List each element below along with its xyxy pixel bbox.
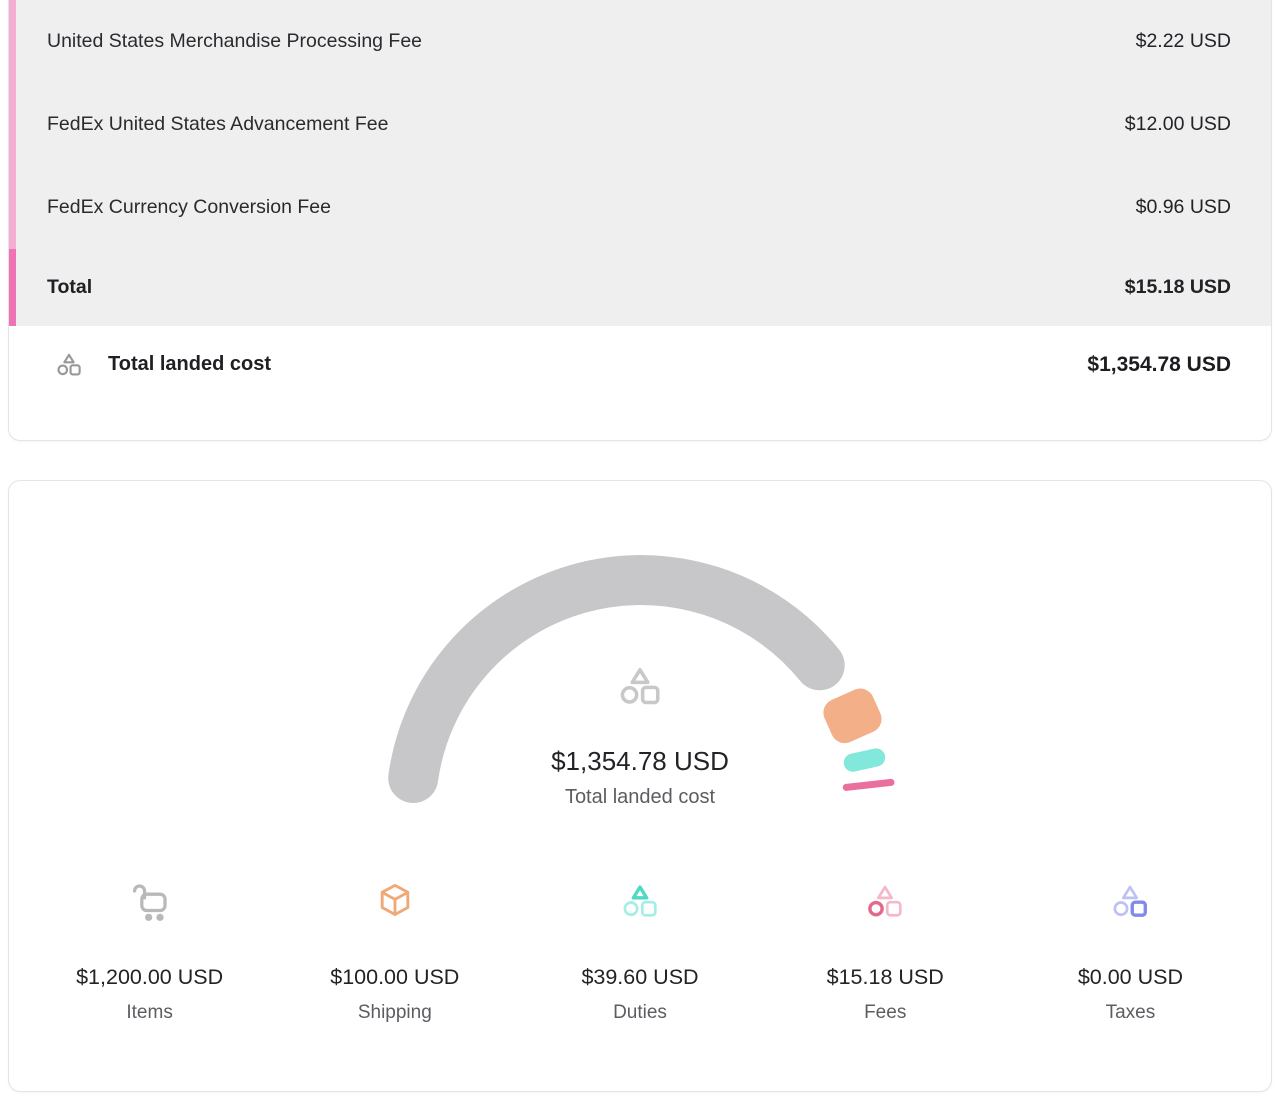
fee-table: United States Merchandise Processing Fee… [9,0,1271,326]
shapes-icon [865,879,905,923]
shapes-icon [1110,879,1150,923]
total-landed-cost-label: Total landed cost [108,353,271,376]
landed-cost-chart-card: $1,354.78 USD Total landed cost $1,200.0… [8,480,1272,1092]
stat-fees: $15.18 USD Fees [763,879,1008,1024]
page: United States Merchandise Processing Fee… [0,0,1280,1092]
fee-row: FedEx Currency Conversion Fee $0.96 USD [9,166,1271,249]
stat-value: $1,200.00 USD [76,965,223,990]
fee-value: $2.22 USD [1136,30,1231,53]
stat-duties: $39.60 USD Duties [517,879,762,1024]
stat-label: Taxes [1106,1002,1156,1024]
gauge-segment-duties [842,747,887,774]
gauge-chart [9,481,1272,841]
stat-value: $100.00 USD [330,965,459,990]
gauge-segment-items [413,580,820,778]
fees-breakdown-card: United States Merchandise Processing Fee… [8,0,1272,441]
accent-stripe [9,249,16,326]
gauge-segment-fees [842,779,894,792]
landed-cost-shapes-icon [55,352,83,377]
fee-value: $15.18 USD [1125,276,1231,299]
cost-breakdown-stats: $1,200.00 USD Items $100.00 USD Shipping $39… [9,879,1271,1024]
total-landed-cost-value: $1,354.78 USD [1087,353,1231,377]
fee-label: FedEx United States Advancement Fee [47,113,388,136]
accent-stripe [9,0,16,83]
fee-value: $12.00 USD [1125,113,1231,136]
total-landed-cost-row: Total landed cost $1,354.78 USD [9,326,1271,377]
stat-shipping: $100.00 USD Shipping [272,879,517,1024]
fee-label: FedEx Currency Conversion Fee [47,196,331,219]
package-icon [376,879,414,923]
stat-label: Duties [613,1002,667,1024]
stat-taxes: $0.00 USD Taxes [1008,879,1253,1024]
fee-label: Total [47,276,92,299]
fee-row: United States Merchandise Processing Fee… [9,0,1271,83]
stat-value: $15.18 USD [827,965,944,990]
stat-label: Fees [864,1002,906,1024]
stat-label: Items [126,1002,172,1024]
stat-value: $0.00 USD [1078,965,1183,990]
accent-stripe [9,83,16,166]
fee-row: FedEx United States Advancement Fee $12.0… [9,83,1271,166]
gauge-segment-shipping [819,684,886,748]
accent-stripe [9,166,16,249]
fee-value: $0.96 USD [1136,196,1231,219]
stat-value: $39.60 USD [581,965,698,990]
stat-items: $1,200.00 USD Items [27,879,272,1024]
fee-label: United States Merchandise Processing Fee [47,30,422,53]
cart-icon [130,879,170,923]
stat-label: Shipping [358,1002,432,1024]
landed-cost-gauge: $1,354.78 USD Total landed cost [9,481,1271,841]
total-row: Total $15.18 USD [9,249,1271,326]
shapes-icon [620,879,660,923]
